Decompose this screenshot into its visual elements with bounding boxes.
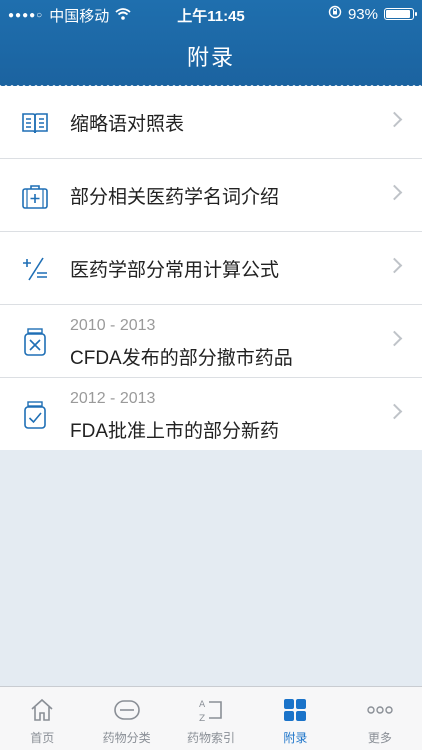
list-item-abbreviations[interactable]: 缩略语对照表 (0, 86, 422, 159)
list-item-formulas[interactable]: 医药学部分常用计算公式 (0, 232, 422, 305)
list-item-label: 缩略语对照表 (70, 114, 185, 135)
list-item-withdrawn-drugs[interactable]: 2010 - 2013 CFDA发布的部分撤市药品 (0, 305, 422, 378)
calculator-icon (20, 254, 50, 284)
rotation-lock-icon (328, 5, 342, 23)
tab-drug-categories[interactable]: 药物分类 (84, 687, 168, 750)
tab-home[interactable]: 首页 (0, 687, 84, 750)
tab-label: 药物索引 (187, 731, 236, 745)
tab-appendix[interactable]: 附录 (253, 687, 337, 750)
battery-percent: 93% (347, 5, 378, 23)
pill-icon (112, 695, 142, 725)
tab-more[interactable]: 更多 (338, 687, 422, 750)
page-title: 附录 (186, 45, 235, 70)
battery-icon (384, 8, 417, 20)
svg-text:Z: Z (199, 714, 205, 724)
list-item-years: 2010 - 2013 (70, 317, 156, 334)
list-item-label: FDA批准上市的部分新药 (70, 421, 280, 442)
list-item-label: CFDA发布的部分撤市药品 (70, 348, 293, 369)
more-icon (365, 695, 395, 725)
list-item-terms[interactable]: 部分相关医药学名词介绍 (0, 159, 422, 232)
book-icon (20, 108, 50, 138)
list-item-label: 部分相关医药学名词介绍 (70, 187, 280, 208)
chevron-right-icon (386, 184, 403, 201)
tab-label: 附录 (283, 731, 308, 745)
chevron-right-icon (386, 403, 403, 420)
tab-label: 药物分类 (102, 731, 151, 745)
tab-bar: 首页 药物分类 AZ 药物索引 附录 更多 (0, 686, 422, 750)
grid-icon (280, 695, 310, 725)
approved-drug-icon (20, 400, 50, 430)
list-item-label: 医药学部分常用计算公式 (70, 260, 280, 281)
home-icon (27, 695, 57, 725)
chevron-right-icon (386, 257, 403, 274)
header: ●●●●○ 中国移动 上午11:45 93% 附录 (0, 0, 422, 89)
appendix-list: 缩略语对照表 部分相关医药学名词介绍 医药学部分常用计算公式 2010 - 20… (0, 86, 422, 450)
tab-label: 更多 (367, 731, 392, 745)
list-item-new-drugs[interactable]: 2012 - 2013 FDA批准上市的部分新药 (0, 378, 422, 450)
svg-text:A: A (199, 700, 206, 710)
az-index-icon: AZ (196, 695, 226, 725)
status-bar: ●●●●○ 中国移动 上午11:45 93% (0, 0, 422, 28)
tab-label: 首页 (30, 731, 55, 745)
withdrawn-drug-icon (20, 327, 50, 357)
chevron-right-icon (386, 111, 403, 128)
medical-kit-icon (20, 181, 50, 211)
list-item-years: 2012 - 2013 (70, 390, 156, 407)
tab-drug-index[interactable]: AZ 药物索引 (169, 687, 253, 750)
chevron-right-icon (386, 330, 403, 347)
